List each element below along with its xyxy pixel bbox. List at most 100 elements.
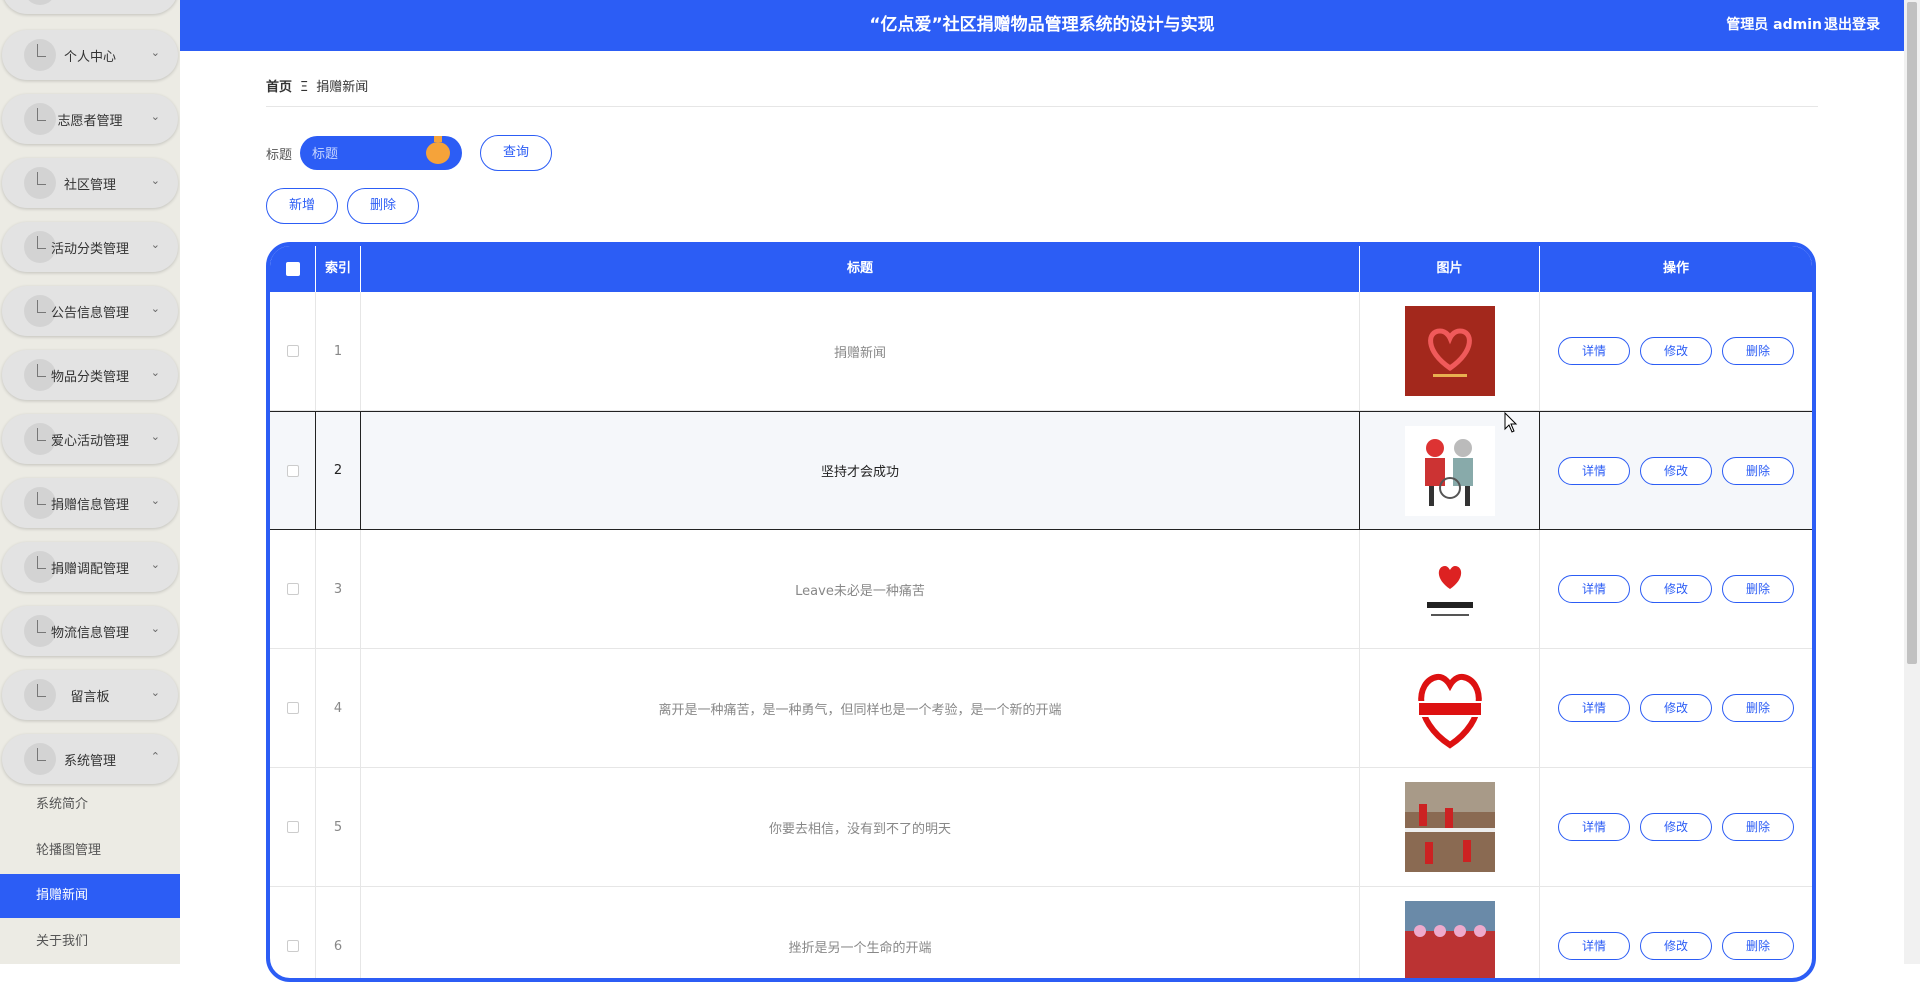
sidebar-subitem[interactable]: 捐赠新闻 — [0, 874, 180, 918]
row-title: 挫折是另一个生命的开端 — [361, 887, 1360, 978]
detail-button[interactable]: 详情 — [1558, 694, 1630, 722]
logout-link[interactable]: 退出登录 — [1824, 0, 1880, 51]
row-checkbox[interactable] — [286, 940, 299, 952]
edit-button[interactable]: 修改 — [1640, 813, 1712, 841]
sidebar-subitem[interactable]: 关于我们 — [0, 920, 180, 964]
sidebar-menu-item[interactable]: 留言板 ⌄ — [2, 670, 178, 720]
breadcrumb-separator-icon: Ξ — [300, 80, 309, 95]
delete-button[interactable]: 删除 — [1722, 575, 1794, 603]
sidebar-subitem[interactable]: 轮播图管理 — [0, 829, 180, 873]
row-checkbox[interactable] — [286, 464, 299, 477]
row-checkbox-cell[interactable] — [270, 768, 316, 886]
menu-label: 捐赠信息管理 — [50, 497, 129, 513]
system-title: “亿点爱”社区捐赠物品管理系统的设计与实现 — [869, 15, 1215, 35]
delete-button[interactable]: 删除 — [1722, 694, 1794, 722]
menu-label: 志愿者管理 — [57, 113, 123, 129]
row-actions: 详情 修改 删除 — [1540, 887, 1812, 978]
detail-button[interactable]: 详情 — [1558, 337, 1630, 365]
sidebar-subitem[interactable]: 系统简介 — [0, 783, 180, 827]
elderly-couple-image[interactable] — [1404, 425, 1495, 516]
group-photo-image[interactable] — [1404, 901, 1495, 978]
select-all-checkbox[interactable] — [286, 262, 300, 276]
sidebar-menu-item[interactable]: 物流信息管理 ⌄ — [2, 606, 178, 656]
search-decoration-icon — [426, 136, 450, 164]
row-title: 坚持才会成功 — [361, 412, 1360, 529]
chevron-icon: ⌄ — [150, 46, 160, 59]
sidebar-menu-item[interactable]: 个人中心 ⌄ — [2, 30, 178, 80]
row-checkbox[interactable] — [286, 821, 299, 833]
row-index: 5 — [316, 768, 361, 886]
row-checkbox-cell[interactable] — [270, 292, 316, 410]
row-index: 6 — [316, 887, 361, 978]
table-row[interactable]: 3 Leave未必是一种痛苦 详情 修改 删除 — [270, 530, 1812, 649]
table-row[interactable]: 1 捐赠新闻 详情 修改 删除 — [270, 292, 1812, 411]
row-checkbox-cell[interactable] — [270, 530, 316, 648]
sidebar-menu-item[interactable]: 系统管理 ⌃ — [2, 734, 178, 784]
volunteers-photo-image[interactable] — [1404, 782, 1495, 872]
edit-button[interactable]: 修改 — [1640, 337, 1712, 365]
page-scrollbar[interactable] — [1904, 0, 1920, 964]
love-delivery-logo-image[interactable] — [1404, 663, 1495, 753]
delete-button[interactable]: 删除 — [1722, 813, 1794, 841]
sidebar-menu-item[interactable]: 活动分类管理 ⌄ — [2, 222, 178, 272]
batch-delete-button[interactable]: 删除 — [347, 188, 419, 224]
row-image-cell — [1360, 768, 1540, 886]
menu-label: 物品分类管理 — [50, 369, 129, 385]
header-checkbox-cell[interactable] — [270, 246, 316, 292]
table-header: 索引 标题 图片 操作 — [270, 246, 1812, 292]
delete-button[interactable]: 删除 — [1722, 932, 1794, 960]
detail-button[interactable]: 详情 — [1558, 813, 1630, 841]
row-checkbox[interactable] — [286, 702, 299, 714]
row-checkbox[interactable] — [286, 345, 299, 357]
menu-label: 公告信息管理 — [50, 305, 129, 321]
menu-label: 系统管理 — [63, 753, 116, 769]
sidebar-menu-item[interactable]: 志愿者管理 ⌄ — [2, 94, 178, 144]
detail-button[interactable]: 详情 — [1558, 575, 1630, 603]
row-checkbox[interactable] — [286, 583, 299, 595]
heart-logo-red-image[interactable] — [1404, 306, 1495, 396]
sidebar-menu-item[interactable]: 捐赠信息管理 ⌄ — [2, 478, 178, 528]
row-checkbox-cell[interactable] — [270, 887, 316, 978]
menu-label: 物流信息管理 — [50, 625, 129, 641]
table-row[interactable]: 4 离开是一种痛苦，是一种勇气，但同样也是一个考验，是一个新的开端 详情 修改 删除 — [270, 649, 1812, 768]
row-image-cell — [1360, 530, 1540, 648]
row-image-cell — [1360, 649, 1540, 767]
detail-button[interactable]: 详情 — [1558, 932, 1630, 960]
table-row[interactable]: 6 挫折是另一个生命的开端 详情 修改 删除 — [270, 887, 1812, 978]
volunteer-association-logo-image[interactable] — [1404, 544, 1495, 634]
sidebar: 个人中心 ⌄ 志愿者管理 ⌄ 社区管理 ⌄ 活动分类管理 ⌄ 公告信息管理 ⌄ 物品分类管理 ⌄ 爱心活… — [0, 0, 180, 964]
edit-button[interactable]: 修改 — [1640, 932, 1712, 960]
sidebar-menu-item[interactable]: 捐赠调配管理 ⌄ — [2, 542, 178, 592]
header-actions: 操作 — [1662, 261, 1689, 276]
scrollbar-thumb[interactable] — [1907, 2, 1917, 664]
row-checkbox-cell[interactable] — [270, 649, 316, 767]
query-button[interactable]: 查询 — [480, 135, 552, 171]
edit-button[interactable]: 修改 — [1640, 456, 1712, 485]
header-title: 标题 — [361, 246, 1360, 292]
row-image-cell — [1360, 292, 1540, 410]
detail-button[interactable]: 详情 — [1558, 456, 1630, 485]
table-row[interactable]: 5 你要去相信，没有到不了的明天 详情 修改 删除 — [270, 768, 1812, 887]
search-label: 标题 — [266, 148, 293, 163]
table-row[interactable]: 2 坚持才会成功 详情 修改 删除 — [270, 411, 1812, 530]
sidebar-menu-item[interactable]: 公告信息管理 ⌄ — [2, 286, 178, 336]
sidebar-menu-item[interactable]: 社区管理 ⌄ — [2, 158, 178, 208]
sidebar-menu-item[interactable]: 物品分类管理 ⌄ — [2, 350, 178, 400]
delete-button[interactable]: 删除 — [1722, 337, 1794, 365]
row-title: Leave未必是一种痛苦 — [361, 530, 1360, 648]
edit-button[interactable]: 修改 — [1640, 575, 1712, 603]
chevron-icon: ⌄ — [150, 686, 160, 699]
top-bar: “亿点爱”社区捐赠物品管理系统的设计与实现 管理员 admin 退出登录 — [180, 0, 1904, 51]
chevron-icon: ⌄ — [150, 366, 160, 379]
edit-button[interactable]: 修改 — [1640, 694, 1712, 722]
mouse-cursor-icon — [1504, 412, 1518, 433]
chevron-icon: ⌄ — [150, 302, 160, 315]
sidebar-item-top[interactable] — [2, 0, 178, 14]
delete-button[interactable]: 删除 — [1722, 456, 1794, 485]
breadcrumb-home[interactable]: 首页 — [266, 80, 292, 95]
sidebar-menu-item[interactable]: 爱心活动管理 ⌄ — [2, 414, 178, 464]
add-button[interactable]: 新增 — [266, 188, 338, 224]
news-table: 索引 标题 图片 操作 1 捐赠新闻 详情 修改 删除 2 坚持才会成功 详情 修改 删除 3 Lea… — [266, 242, 1816, 982]
row-checkbox-cell[interactable] — [270, 412, 316, 529]
menu-label: 个人中心 — [63, 49, 116, 65]
